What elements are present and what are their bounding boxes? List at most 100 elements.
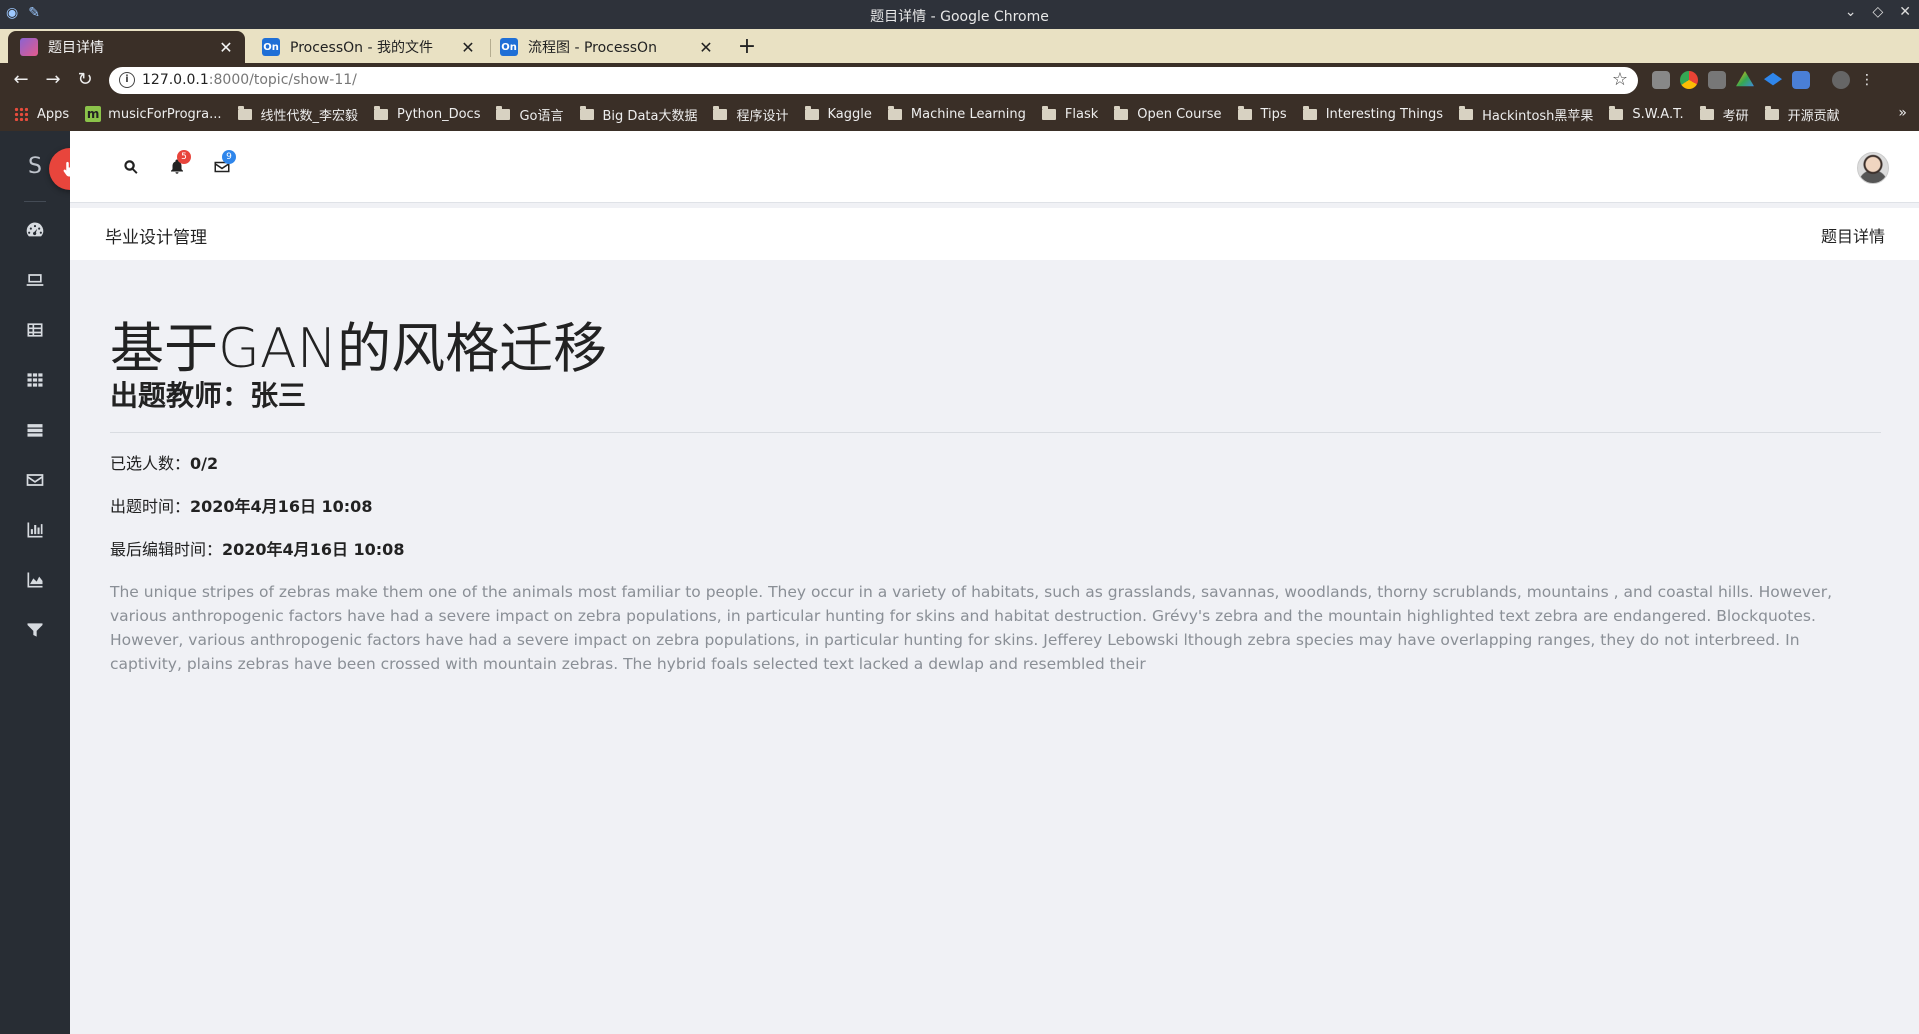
tab-strip: 题目详情 ✕ On ProcessOn - 我的文件 ✕ On 流程图 - Pr… xyxy=(0,29,1919,63)
processon-favicon-icon: On xyxy=(500,38,518,56)
tab-label: ProcessOn - 我的文件 xyxy=(290,40,433,56)
edited-time-value: 2020年4月16日 10:08 xyxy=(222,540,405,559)
breadcrumb-bar: 毕业设计管理 题目详情 xyxy=(70,208,1919,260)
bookmark-folder[interactable]: Big Data大数据 xyxy=(579,105,698,124)
forward-arrow-icon[interactable]: → xyxy=(42,69,64,91)
top-header: 5 9 xyxy=(70,131,1919,203)
site-info-icon[interactable]: i xyxy=(119,72,135,88)
sidebar-item-grid[interactable] xyxy=(22,367,48,393)
breadcrumb-section[interactable]: 毕业设计管理 xyxy=(105,223,207,248)
messages-count-badge: 9 xyxy=(222,150,236,164)
bookmark-label: 线性代数_李宏毅 xyxy=(260,108,359,124)
bookmark-folder[interactable]: Flask xyxy=(1041,105,1099,122)
sidebar-item-bar-chart[interactable] xyxy=(22,517,48,543)
processon-favicon-icon: On xyxy=(262,38,280,56)
profile-avatar-icon[interactable] xyxy=(1832,71,1850,89)
sidebar-item-area-chart[interactable] xyxy=(22,567,48,593)
bookmark-folder[interactable]: 考研 xyxy=(1699,105,1749,124)
bookmark-star-icon[interactable]: ☆ xyxy=(1612,69,1628,90)
bookmark-label: Hackintosh黑苹果 xyxy=(1482,108,1594,124)
address-bar[interactable]: i 127.0.0.1:8000/topic/show-11/ ☆ xyxy=(109,67,1638,94)
window-titlebar: ◉ ✎ 题目详情 - Google Chrome ⌄ ◇ ✕ xyxy=(0,0,1919,29)
chrome-extension-icon[interactable] xyxy=(1680,71,1698,89)
created-time-label: 出题时间： xyxy=(110,497,191,516)
graduation-cap-icon[interactable] xyxy=(1764,72,1782,86)
bookmark-label: Interesting Things xyxy=(1325,106,1444,122)
extension-3-icon[interactable] xyxy=(1708,71,1726,89)
bookmark-folder[interactable]: Go语言 xyxy=(496,105,564,124)
bookmark-folder[interactable]: 程序设计 xyxy=(713,105,789,124)
messages-button[interactable]: 9 xyxy=(213,150,236,180)
sidebar-brand[interactable]: S xyxy=(28,154,42,179)
folder-icon xyxy=(579,105,594,120)
created-time-value: 2020年4月16日 10:08 xyxy=(190,497,373,516)
window-controls: ⌄ ◇ ✕ xyxy=(1845,4,1911,20)
notifications-button[interactable]: 5 xyxy=(168,150,191,180)
bookmark-folder[interactable]: 开源贡献 xyxy=(1764,105,1840,124)
folder-icon xyxy=(1699,105,1714,120)
bookmark-folder[interactable]: Kaggle xyxy=(804,105,872,122)
tab-topic-detail[interactable]: 题目详情 ✕ xyxy=(8,31,245,63)
menu-kebab-icon[interactable]: ⋮ xyxy=(1860,71,1874,89)
sidebar-item-table[interactable] xyxy=(22,317,48,343)
bookmark-label: Python_Docs xyxy=(397,106,481,122)
bookmark-label: Machine Learning xyxy=(910,106,1026,122)
tab-processon-files[interactable]: On ProcessOn - 我的文件 ✕ xyxy=(250,31,487,63)
maximize-icon[interactable]: ◇ xyxy=(1872,4,1883,20)
tab-close-icon[interactable]: ✕ xyxy=(217,38,235,57)
grid-icon xyxy=(27,373,43,387)
close-window-icon[interactable]: ✕ xyxy=(1899,4,1911,20)
minimize-icon[interactable]: ⌄ xyxy=(1845,4,1857,20)
url-path: :8000/topic/show-11/ xyxy=(208,72,357,88)
topic-teacher: 出题教师：张三 xyxy=(110,379,307,412)
tab-close-icon[interactable]: ✕ xyxy=(459,38,477,57)
bookmark-label: 程序设计 xyxy=(736,108,789,124)
bookmark-folder[interactable]: Python_Docs xyxy=(374,105,481,122)
search-button[interactable] xyxy=(122,158,144,180)
tab-processon-flowchart[interactable]: On 流程图 - ProcessOn ✕ xyxy=(488,31,725,63)
bookmark-folder[interactable]: Hackintosh黑苹果 xyxy=(1459,105,1593,124)
extension-1-icon[interactable] xyxy=(1652,71,1670,89)
tab-label: 题目详情 xyxy=(48,40,104,56)
bookmark-label: Tips xyxy=(1260,106,1287,122)
content-divider xyxy=(110,432,1881,433)
user-avatar[interactable] xyxy=(1857,152,1889,184)
bookmark-apps[interactable]: Apps xyxy=(14,107,69,122)
bookmark-folder[interactable]: 线性代数_李宏毅 xyxy=(237,105,359,124)
sidebar-item-list[interactable] xyxy=(22,417,48,443)
bookmark-folder[interactable]: Interesting Things xyxy=(1302,105,1444,122)
bookmark-folder[interactable]: Tips xyxy=(1237,105,1287,122)
reload-icon[interactable]: ↻ xyxy=(74,69,96,91)
folder-icon xyxy=(1764,105,1779,120)
folder-icon xyxy=(1114,105,1129,120)
sidebar-item-mail[interactable] xyxy=(22,467,48,493)
folder-icon xyxy=(237,105,252,120)
folder-icon xyxy=(1237,105,1252,120)
sidebar-item-filter[interactable] xyxy=(22,617,48,643)
area-chart-icon xyxy=(27,572,43,588)
sidebar-item-dashboard[interactable] xyxy=(22,217,48,243)
bookmark-label: Go语言 xyxy=(519,108,564,124)
bookmark-label: 开源贡献 xyxy=(1787,108,1840,124)
bookmark-label: S.W.A.T. xyxy=(1632,106,1684,122)
url-text[interactable]: 127.0.0.1:8000/topic/show-11/ xyxy=(142,72,357,88)
folder-icon xyxy=(1041,105,1056,120)
drive-icon[interactable] xyxy=(1736,71,1754,87)
folder-icon xyxy=(374,105,389,120)
sidebar-item-laptop[interactable] xyxy=(22,267,48,293)
tab-close-icon[interactable]: ✕ xyxy=(697,38,715,57)
sidebar: S xyxy=(0,131,70,1034)
bookmark-folder[interactable]: Open Course xyxy=(1114,105,1222,122)
new-tab-button[interactable]: + xyxy=(734,35,760,61)
m-icon: m xyxy=(85,106,102,122)
bookmark-folder[interactable]: S.W.A.T. xyxy=(1609,105,1684,122)
back-arrow-icon[interactable]: ← xyxy=(10,69,32,91)
translate-icon[interactable] xyxy=(1792,71,1810,89)
bookmark-folder[interactable]: Machine Learning xyxy=(887,105,1026,122)
edited-time-label: 最后编辑时间： xyxy=(110,540,223,559)
notifications-count-badge: 5 xyxy=(177,150,191,164)
bookmarks-overflow-icon[interactable]: » xyxy=(1898,105,1907,121)
bookmark-label: Big Data大数据 xyxy=(602,108,698,124)
bookmark-label: Flask xyxy=(1064,106,1099,122)
bookmark-music[interactable]: m musicForProgra... xyxy=(85,106,222,122)
